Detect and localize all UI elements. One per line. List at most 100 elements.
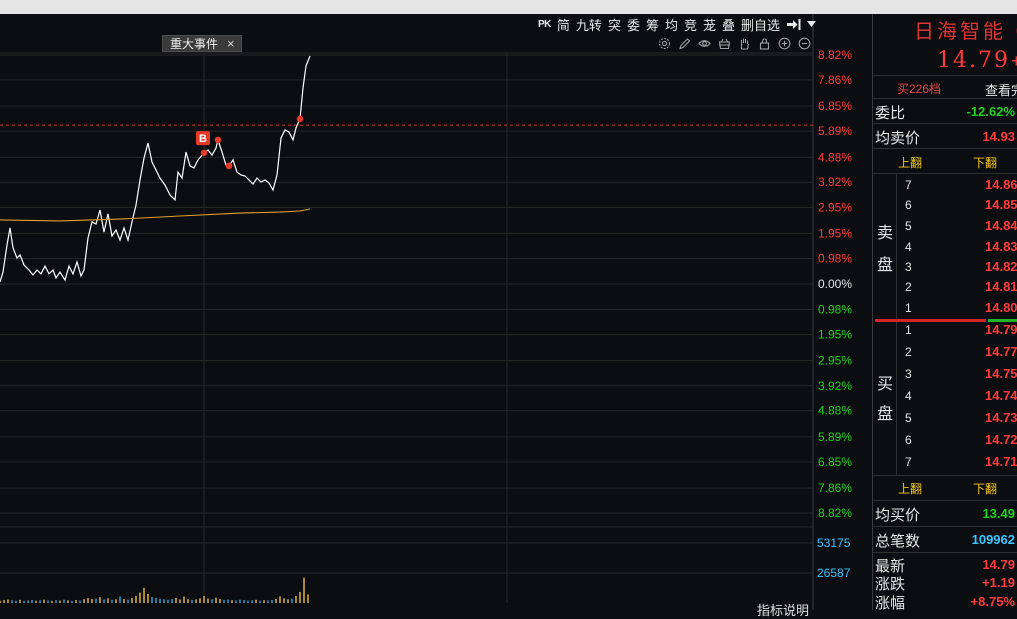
y-tick-label: 7.86%: [818, 481, 852, 495]
ask-price[interactable]: 14.86: [985, 177, 1017, 192]
volume-bar: [303, 577, 305, 603]
volume-bar: [99, 597, 101, 603]
y-tick-label: 2.95%: [818, 200, 852, 214]
price-line: [0, 55, 311, 283]
volume-bar: [95, 598, 97, 603]
toolbar-overlay[interactable]: 叠: [722, 15, 735, 34]
toolbar-simple[interactable]: 简: [557, 15, 570, 34]
bid-price[interactable]: 14.71: [985, 454, 1017, 469]
lock-icon[interactable]: [758, 37, 771, 50]
stock-name[interactable]: 日海智能 0: [914, 15, 1017, 44]
volume-bar: [143, 587, 145, 603]
toolbar-auction[interactable]: 竞: [684, 15, 697, 34]
eye-icon[interactable]: [698, 37, 711, 50]
y-tick-label: 6.85%: [818, 99, 852, 113]
bid-level: 7: [905, 455, 912, 469]
toolbar-remove-watchlist[interactable]: 删自选: [741, 15, 780, 34]
bid-price[interactable]: 14.74: [985, 388, 1017, 403]
bid-price[interactable]: 14.72: [985, 432, 1017, 447]
change-label: 涨跌: [875, 576, 906, 593]
volume-bar: [259, 600, 261, 603]
trade-marker: [214, 136, 222, 144]
ask-price[interactable]: 14.81: [985, 279, 1017, 294]
y-tick-label: 0.00%: [818, 277, 852, 291]
chart-toolbar: PK 简 九转 突 委 筹 均 竞 茏 叠 删自选: [538, 14, 817, 34]
volume-bar: [287, 599, 289, 603]
trade-marker: [296, 115, 304, 123]
volume-bar: [147, 593, 149, 603]
basket-icon[interactable]: [718, 37, 731, 50]
exit-arrow-icon[interactable]: [786, 18, 801, 31]
volume-bar: [75, 600, 77, 603]
volume-bar: [59, 600, 61, 603]
y-tick-label: 7.86%: [818, 73, 852, 87]
toolbar-breakout[interactable]: 突: [608, 15, 621, 34]
volume-bar: [275, 598, 277, 603]
toolbar-order-ratio[interactable]: 委: [627, 15, 640, 34]
bid-price[interactable]: 14.73: [985, 410, 1017, 425]
zoom-out-icon[interactable]: [798, 37, 811, 50]
volume-bar: [63, 599, 65, 603]
hand-icon[interactable]: [738, 37, 751, 50]
ask-side-label: 盘: [877, 257, 894, 274]
bid-price[interactable]: 14.75: [985, 366, 1017, 381]
volume-bar: [175, 598, 177, 603]
ask-level: 7: [905, 178, 912, 192]
volume-bar: [167, 599, 169, 603]
y-tick-label: 6.85%: [818, 455, 852, 469]
volume-bar: [295, 596, 297, 603]
volume-bar: [251, 600, 253, 603]
bid-price[interactable]: 14.77: [985, 344, 1017, 359]
volume-bar: [67, 600, 69, 603]
bid-side-label: 盘: [877, 406, 894, 423]
y-tick-label: 5.89%: [818, 124, 852, 138]
page-up-button[interactable]: 上翻: [898, 154, 922, 171]
volume-bar: [267, 600, 269, 603]
volume-bar: [255, 599, 257, 603]
gear-icon[interactable]: [658, 37, 671, 50]
volume-bar: [203, 596, 205, 603]
volume-bar: [19, 599, 21, 603]
zoom-in-icon[interactable]: [778, 37, 791, 50]
depth-link[interactable]: 买226档: [897, 80, 941, 97]
ask-level: 3: [905, 260, 912, 274]
volume-bar: [79, 600, 81, 603]
toolbar-pk[interactable]: PK: [538, 19, 551, 30]
bid-side-label: 买: [877, 376, 894, 393]
volume-bar: [11, 600, 13, 603]
bid-level: 1: [905, 323, 912, 337]
avg-bid-value: 13.49: [982, 506, 1015, 521]
page-up-button[interactable]: 上翻: [898, 480, 922, 497]
bid-price[interactable]: 14.79: [985, 322, 1017, 337]
page-down-button[interactable]: 下翻: [973, 154, 997, 171]
close-icon[interactable]: ×: [227, 36, 235, 51]
ask-price[interactable]: 14.82: [985, 259, 1017, 274]
event-tag-label: 重大事件: [170, 37, 219, 51]
volume-bar: [263, 600, 265, 603]
divider: [873, 475, 1017, 476]
toolbar-chips[interactable]: 筹: [646, 15, 659, 34]
ask-price[interactable]: 14.85: [985, 197, 1017, 212]
toolbar-average[interactable]: 均: [665, 15, 678, 34]
ask-price[interactable]: 14.84: [985, 218, 1017, 233]
trade-marker: [225, 162, 233, 170]
intraday-chart[interactable]: 8.82% 7.86% 6.85% 5.89% 4.88% 3.92% 2.95% 1.95%…: [0, 0, 870, 610]
view-full-link[interactable]: 查看完: [985, 80, 1017, 99]
quote-panel: 日海智能 0 14.79 + 买226档 查看完 委比 -12.62% 均卖价 …: [872, 14, 1017, 610]
weibi-label: 委比: [875, 105, 906, 122]
bid-level: 5: [905, 411, 912, 425]
dropdown-triangle-icon[interactable]: [807, 20, 817, 28]
y-tick-label: 1.95%: [818, 226, 852, 240]
toolbar-dragon[interactable]: 茏: [703, 15, 716, 34]
event-tag-major-events[interactable]: 重大事件 ×: [162, 35, 242, 52]
ask-bid-ratio-bar-up: [875, 319, 986, 322]
page-down-button[interactable]: 下翻: [973, 480, 997, 497]
volume-bar: [155, 597, 157, 603]
volume-bar: [51, 600, 53, 603]
volume-bar: [207, 598, 209, 603]
ask-price[interactable]: 14.83: [985, 239, 1017, 254]
ask-price[interactable]: 14.80: [985, 300, 1017, 315]
pencil-icon[interactable]: [678, 37, 691, 50]
y-tick-label: 2.95%: [818, 354, 852, 368]
toolbar-nine-turn[interactable]: 九转: [576, 15, 602, 34]
